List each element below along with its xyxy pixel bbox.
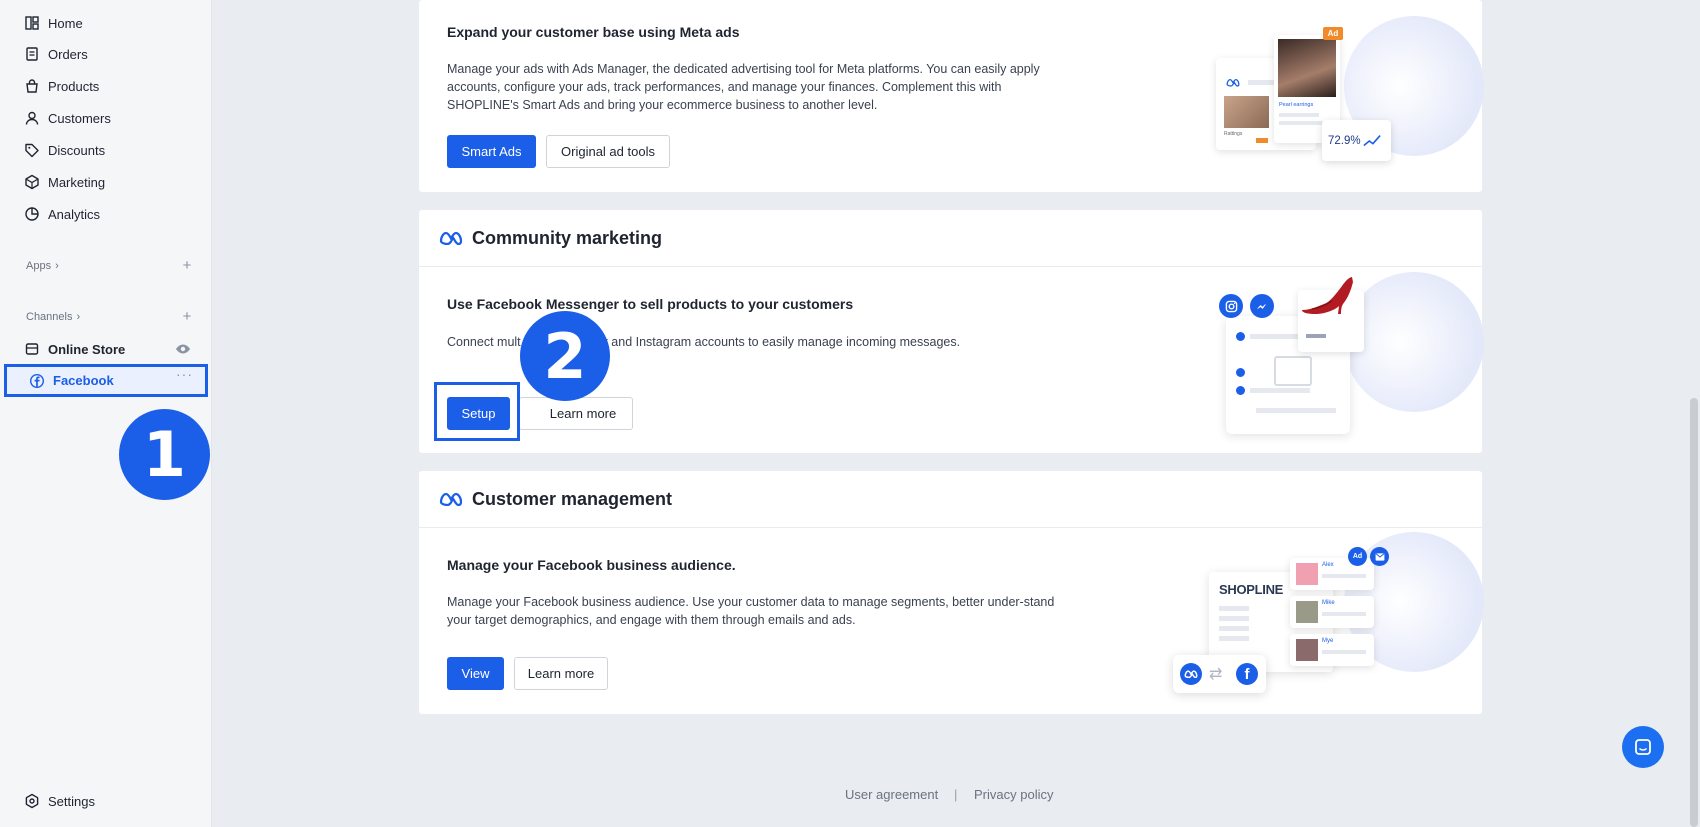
chat-support-button[interactable]: [1622, 726, 1664, 768]
apps-section-toggle[interactable]: Apps ›: [26, 260, 59, 272]
meta-logo-icon: [1180, 663, 1202, 685]
customers-icon: [24, 110, 40, 126]
meta-ads-illustration: Rattings Pearl earrings Ad 72.9%: [1194, 10, 1494, 180]
illus-caption-ratings: Rattings: [1224, 131, 1243, 137]
sidebar-item-label: Discounts: [48, 142, 106, 158]
ad-badge: Ad: [1348, 547, 1367, 566]
sidebar-item-label: Marketing: [48, 174, 106, 190]
community-title: Use Facebook Messenger to sell products …: [447, 296, 854, 312]
customer-management-card: Customer management Manage your Facebook…: [419, 471, 1484, 714]
eye-icon[interactable]: [175, 341, 191, 357]
community-description-end: r and Instagram accounts to easily manag…: [603, 335, 961, 349]
sidebar-item-discounts[interactable]: Discounts: [24, 139, 105, 161]
facebook-icon: [29, 373, 45, 389]
sidebar-item-home[interactable]: Home: [24, 12, 83, 34]
marketing-icon: [24, 174, 40, 190]
messenger-icon: [1250, 294, 1274, 318]
channels-section-label: Channels: [26, 311, 73, 323]
meta-logo-icon: [439, 492, 463, 506]
sidebar-item-marketing[interactable]: Marketing: [24, 171, 105, 193]
sidebar-item-products[interactable]: Products: [24, 75, 99, 97]
community-illustration: [1194, 270, 1494, 450]
chevron-right-icon: ›: [76, 311, 81, 323]
sidebar-item-label: Settings: [48, 793, 95, 809]
sidebar-item-label: Home: [48, 15, 83, 31]
community-marketing-heading: Community marketing: [472, 227, 663, 248]
community-learn-more-button[interactable]: Learn more: [519, 397, 633, 430]
settings-icon: [24, 793, 40, 809]
step-marker-2: 2: [520, 311, 610, 401]
footer-separator: |: [954, 787, 958, 802]
discounts-icon: [24, 142, 40, 158]
user-agreement-link[interactable]: User agreement: [845, 787, 938, 802]
customer-mgmt-illustration: SHOPLINE Alex Mike Mye Ad ⇄ f: [1159, 531, 1489, 711]
orders-icon: [24, 46, 40, 62]
apps-section-label: Apps: [26, 260, 52, 272]
sidebar-item-label: Analytics: [48, 206, 101, 222]
chevron-right-icon: ›: [55, 260, 59, 272]
sidebar-item-customers[interactable]: Customers: [24, 107, 111, 129]
privacy-policy-link[interactable]: Privacy policy: [974, 787, 1053, 802]
illus-name-mye: Mye: [1322, 638, 1334, 644]
red-heels-image: [1302, 277, 1353, 314]
customer-mgmt-description: Manage your Facebook business audience. …: [447, 595, 1055, 627]
products-icon: [24, 78, 40, 94]
sidebar-item-label: Products: [48, 78, 100, 94]
smart-ads-button[interactable]: Smart Ads: [447, 135, 536, 168]
sidebar-item-label: Orders: [48, 46, 88, 62]
instagram-icon: [1219, 294, 1243, 318]
add-app-button[interactable]: +: [180, 257, 194, 274]
email-icon: [1370, 547, 1389, 566]
illus-caption-pearl: Pearl earrings: [1279, 102, 1314, 108]
sidebar-item-orders[interactable]: Orders: [24, 43, 88, 65]
customer-management-header: Customer management: [419, 471, 1482, 528]
sidebar-item-online-store[interactable]: Online Store: [24, 338, 125, 360]
shopline-brand-text: SHOPLINE: [1219, 582, 1284, 597]
meta-ads-title: Expand your customer base using Meta ads: [447, 24, 740, 40]
illus-stat: 72.9%: [1328, 134, 1361, 147]
step-marker-1: 1: [119, 409, 210, 500]
sidebar-item-label: Facebook: [53, 373, 114, 388]
meta-logo-icon: [439, 231, 463, 245]
trend-up-icon: [1362, 134, 1381, 146]
customer-learn-more-button[interactable]: Learn more: [514, 657, 608, 690]
store-icon: [24, 341, 40, 357]
channels-section-toggle[interactable]: Channels ›: [26, 311, 80, 323]
home-icon: [24, 15, 40, 31]
analytics-icon: [24, 206, 40, 222]
sidebar-item-label: Customers: [48, 110, 111, 126]
scrollbar-thumb[interactable]: [1690, 398, 1698, 827]
ad-badge: Ad: [1323, 27, 1343, 40]
original-ad-tools-button[interactable]: Original ad tools: [546, 135, 670, 168]
customer-management-heading: Customer management: [472, 488, 673, 509]
illus-name-mike: Mike: [1322, 600, 1335, 606]
sidebar-item-label: Online Store: [48, 341, 126, 357]
sidebar-item-settings[interactable]: Settings: [24, 790, 95, 812]
illus-name-alex: Alex: [1322, 562, 1334, 568]
meta-ads-description: Manage your ads with Ads Manager, the de…: [447, 62, 1040, 112]
sync-arrows-icon: ⇄: [1209, 666, 1223, 683]
facebook-logo-icon: f: [1236, 663, 1258, 685]
chat-icon: [1635, 739, 1651, 755]
customer-mgmt-title: Manage your Facebook business audience.: [447, 557, 736, 573]
meta-logo-icon: [1226, 78, 1240, 87]
add-channel-button[interactable]: +: [180, 308, 194, 325]
view-button[interactable]: View: [447, 657, 504, 690]
community-description-start: Connect mult: [447, 335, 521, 349]
sidebar-item-analytics[interactable]: Analytics: [24, 203, 100, 225]
meta-ads-card: Expand your customer base using Meta ads…: [419, 0, 1484, 192]
setup-highlight-frame: [434, 382, 520, 441]
community-marketing-header: Community marketing: [419, 210, 1482, 267]
more-options-icon[interactable]: ···: [176, 366, 193, 382]
